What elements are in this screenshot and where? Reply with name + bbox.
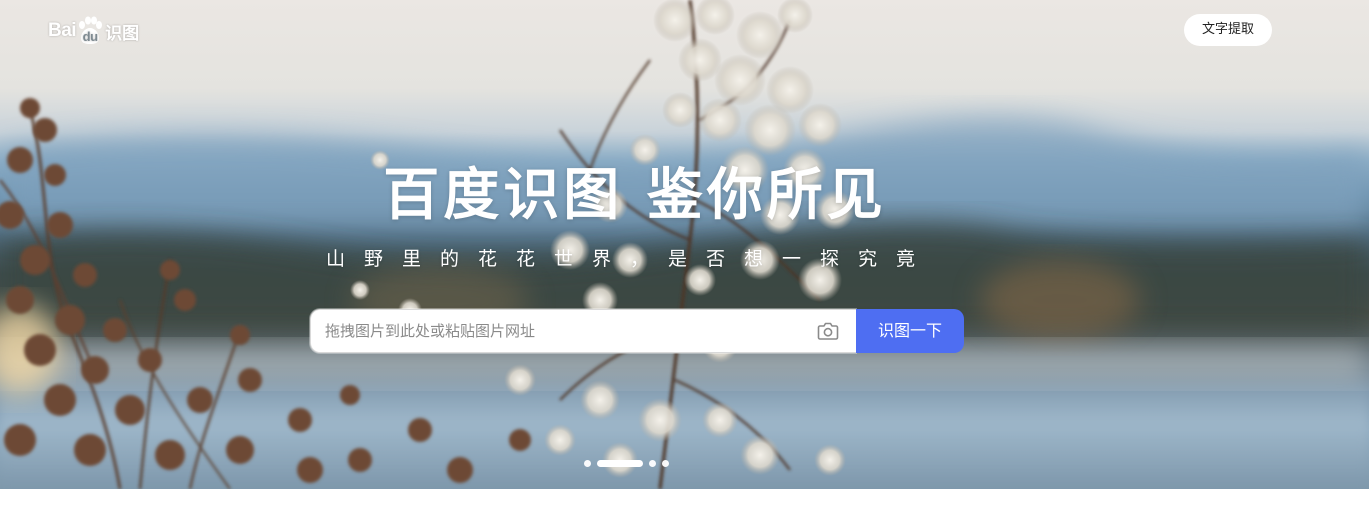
logo-bai-text: Bai	[48, 20, 77, 41]
logo-product-name: 识图	[105, 23, 140, 44]
camera-icon[interactable]	[817, 321, 839, 341]
paw-icon: du	[77, 16, 103, 46]
logo-du-text: du	[82, 29, 98, 44]
carousel-indicators	[584, 459, 669, 467]
hero-title: 百度识图 鉴你所见	[383, 163, 887, 228]
carousel-dot[interactable]	[649, 459, 656, 467]
hero-subtitle: 山野里的花花世界，是否想一探究竟	[325, 248, 934, 270]
search-image-button[interactable]: 识图一下	[856, 309, 964, 353]
page-below-hero	[0, 489, 1369, 519]
text-extract-button[interactable]: 文字提取	[1184, 14, 1272, 46]
carousel-dot-active[interactable]	[597, 459, 643, 467]
image-url-input[interactable]	[325, 310, 805, 352]
hero-banner: Bai du 识图 文字提取 百度识图 鉴你所见 山野里的花花世界，是否想一探究…	[0, 0, 1369, 489]
carousel-dot[interactable]	[662, 459, 669, 467]
image-search-box	[310, 309, 856, 353]
carousel-dot[interactable]	[584, 459, 591, 467]
baidu-shitu-logo[interactable]: Bai du 识图	[48, 14, 139, 48]
